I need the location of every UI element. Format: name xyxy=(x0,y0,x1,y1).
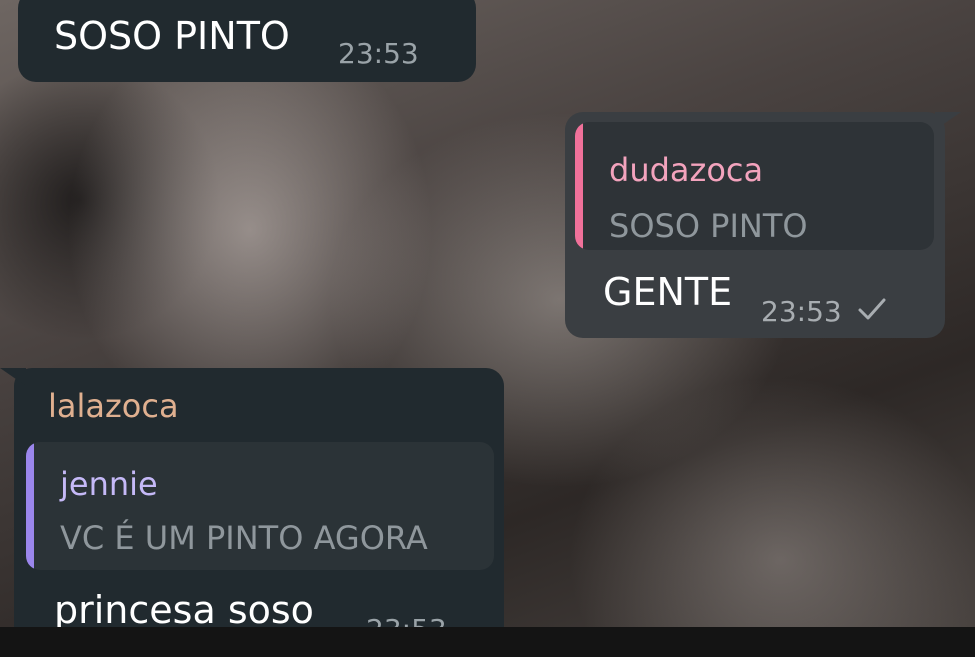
bubble-tail xyxy=(935,112,961,130)
bubble-tail xyxy=(0,368,26,386)
reply-text: SOSO PINTO xyxy=(609,207,808,245)
reply-preview[interactable]: dudazoca SOSO PINTO xyxy=(575,122,934,250)
reply-author: dudazoca xyxy=(609,151,764,189)
reply-text: VC É UM PINTO AGORA xyxy=(60,519,428,557)
message-time: 23:53 xyxy=(761,295,842,328)
reply-preview[interactable]: jennie VC É UM PINTO AGORA xyxy=(26,442,494,570)
message-text: SOSO PINTO xyxy=(54,14,290,58)
reply-accent-bar xyxy=(26,442,34,570)
message-bubble-outgoing[interactable]: dudazoca SOSO PINTO GENTE 23:53 xyxy=(565,112,945,338)
reply-author: jennie xyxy=(60,465,158,503)
reply-accent-bar xyxy=(575,122,583,250)
message-text: princesa soso xyxy=(54,588,314,632)
message-bubble-incoming[interactable]: SOSO PINTO 23:53 xyxy=(18,0,476,82)
message-time: 23:53 xyxy=(338,37,419,70)
bottom-bar xyxy=(0,627,975,657)
message-text: GENTE xyxy=(603,270,733,314)
check-icon xyxy=(857,295,887,323)
message-bubble-incoming[interactable]: lalazoca jennie VC É UM PINTO AGORA prin… xyxy=(14,368,504,653)
sender-name[interactable]: lalazoca xyxy=(48,388,179,424)
